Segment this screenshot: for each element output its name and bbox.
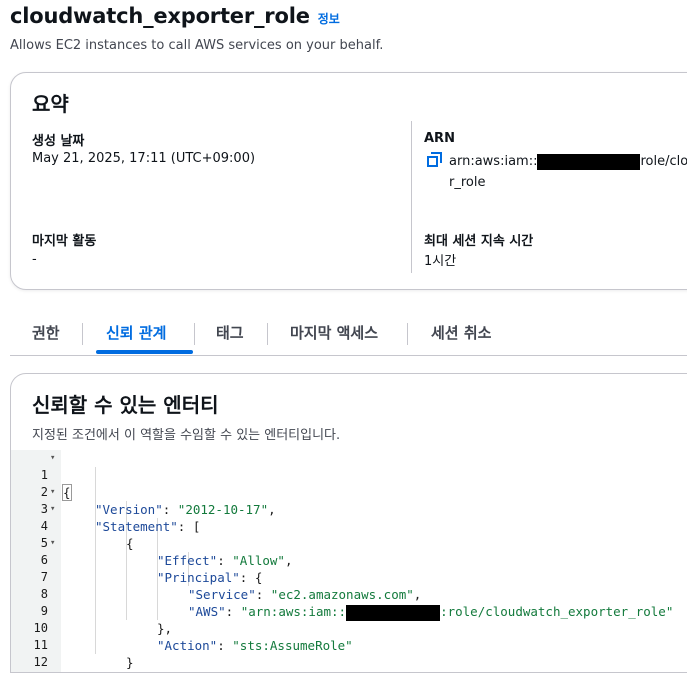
fold-chevron-icon[interactable]: ▾ [50, 535, 55, 552]
code-line: 11 } [11, 620, 687, 670]
tab-tags[interactable]: 태그 [216, 322, 244, 343]
arn-prefix: arn:aws:iam:: [449, 154, 538, 169]
fold-chevron-icon[interactable]: ▾ [50, 501, 55, 518]
code-line: 1 ▾ { [11, 450, 687, 501]
role-description: Allows EC2 instances to call AWS service… [10, 38, 384, 53]
code-line: 10 "Action": "sts:AssumeRole" [11, 603, 687, 653]
arn-row: arn:aws:iam::role/clou r_role [427, 151, 687, 193]
trusted-entities-heading: 신뢰할 수 있는 엔터티 [32, 393, 219, 417]
fold-chevron-icon[interactable]: ▾ [50, 450, 55, 467]
code-line: 4 ▾ { [11, 501, 687, 551]
last-activity-label: 마지막 활동 [32, 234, 97, 249]
tab-separator [407, 323, 408, 345]
code-line: 7 "Service": "ec2.amazonaws.com", [11, 552, 687, 602]
max-session-value: 1시간 [424, 254, 457, 269]
code-line: 8 "AWS": "arn:aws:iam:::role/cloudwatch_… [11, 569, 687, 621]
last-activity-value: - [32, 252, 37, 267]
page-title: cloudwatch_exporter_role [10, 4, 310, 28]
summary-heading: 요약 [32, 92, 69, 116]
active-tab-indicator [96, 350, 193, 354]
arn-label: ARN [424, 131, 455, 146]
summary-card: 요약 생성 날짜 May 21, 2025, 17:11 (UTC+09:00)… [10, 72, 687, 290]
tab-separator [194, 323, 195, 345]
code-line: 9 }, [11, 586, 687, 636]
policy-editor[interactable]: 1 ▾ { 2 "Version": "2012-10-17", 3 ▾ "Stat… [11, 450, 687, 672]
tab-separator [82, 323, 83, 345]
tab-bar: 권한 신뢰 관계 태그 마지막 액세스 세션 취소 [10, 310, 687, 356]
tab-permissions[interactable]: 권한 [32, 322, 60, 343]
code-line: 3 ▾ "Statement": [ [11, 484, 687, 534]
created-date-value: May 21, 2025, 17:11 (UTC+09:00) [32, 151, 256, 166]
max-session-label: 최대 세션 지속 시간 [424, 234, 534, 249]
code-line: 5 "Effect": "Allow", [11, 518, 687, 568]
code-line: 6 ▾ "Principal": { [11, 535, 687, 585]
arn-suffix: role/clou [640, 154, 687, 169]
code-line: 13 } [11, 654, 687, 671]
role-title-row: cloudwatch_exporter_role 정보 [10, 4, 340, 28]
code-line: 2 "Version": "2012-10-17", [11, 467, 687, 517]
arn-value: arn:aws:iam::role/clou r_role [449, 151, 687, 193]
trusted-entities-card: 신뢰할 수 있는 엔터티 지정된 조건에서 이 역할을 수임할 수 있는 엔터티… [10, 373, 687, 673]
created-date-label: 생성 날짜 [32, 134, 85, 149]
tab-revoke-sessions[interactable]: 세션 취소 [431, 322, 491, 343]
info-link[interactable]: 정보 [318, 10, 340, 27]
arn-line2: r_role [449, 175, 486, 190]
trusted-entities-description: 지정된 조건에서 이 역할을 수임할 수 있는 엔터티입니다. [32, 428, 341, 443]
tab-trust-relationships[interactable]: 신뢰 관계 [106, 322, 166, 343]
copy-icon[interactable] [427, 152, 443, 168]
redacted-account-id [537, 153, 641, 170]
fold-chevron-icon[interactable]: ▾ [50, 484, 55, 501]
tab-last-accessed[interactable]: 마지막 액세스 [290, 322, 378, 343]
code-line: 12 ] [11, 637, 687, 669]
tab-separator [267, 323, 268, 345]
summary-divider [411, 121, 412, 273]
